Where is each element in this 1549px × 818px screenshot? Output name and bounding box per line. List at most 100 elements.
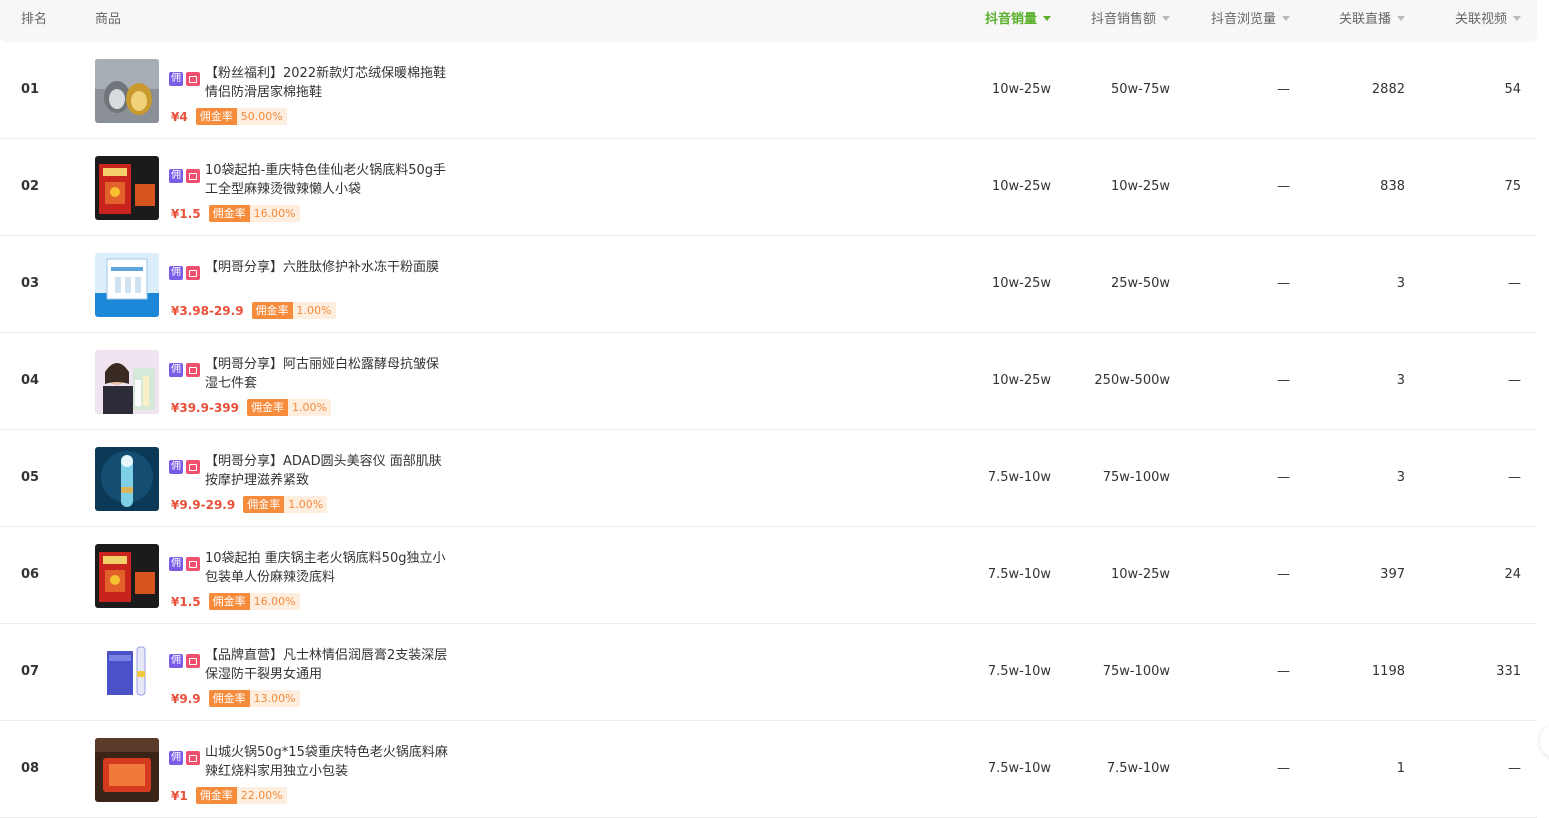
table-row[interactable]: 02 佣 10袋起拍-重庆特色佳仙老火锅底料50g手工全型麻辣烫微辣懒人小袋 ¥…	[0, 139, 1537, 236]
commission-rate: 13.00%	[249, 690, 300, 707]
table-row[interactable]: 07 佣 【品牌直营】凡士林情侣润唇膏2支装深层保湿防干裂男女通用 ¥9.9 佣…	[0, 624, 1537, 721]
commission-label: 佣金率	[251, 302, 293, 319]
commission-tag-icon: 佣	[169, 169, 183, 183]
price-line: ¥9.9 佣金率 13.00%	[171, 690, 300, 707]
shop-bag-icon	[186, 654, 200, 668]
commission-label: 佣金率	[195, 787, 237, 804]
related-video-value: 54	[1504, 82, 1521, 97]
table-row[interactable]: 03 佣 【明哥分享】六胜肽修护补水冻干粉面膜 ¥3.98-29.9 佣金率 1…	[0, 236, 1537, 333]
rank-number: 07	[21, 664, 40, 679]
product-price: ¥39.9-399	[171, 400, 239, 415]
product-title[interactable]: 山城火锅50g*15袋重庆特色老火锅底料麻辣红烧料家用独立小包装	[205, 743, 450, 781]
shop-bag-icon	[186, 460, 200, 474]
product-title[interactable]: 【品牌直营】凡士林情侣润唇膏2支装深层保湿防干裂男女通用	[205, 646, 450, 684]
douyin-views-value: —	[1277, 82, 1290, 97]
douyin-sales-value: 10w-25w	[991, 82, 1051, 97]
commission-rate: 16.00%	[249, 205, 300, 222]
related-live-value: 3	[1396, 276, 1405, 291]
douyin-views-value: —	[1277, 373, 1290, 388]
sort-caret-icon	[1162, 16, 1170, 21]
header-product: 商品	[95, 12, 122, 27]
product-title[interactable]: 【明哥分享】阿古丽娅白松露酵母抗皱保湿七件套	[205, 355, 450, 393]
product-price: ¥4	[171, 109, 188, 124]
table-row[interactable]: 06 佣 10袋起拍 重庆锅主老火锅底料50g独立小包装单人份麻辣烫底料 ¥1.…	[0, 527, 1537, 624]
douyin-amount-value: 250w-500w	[1094, 373, 1170, 388]
related-live-value: 3	[1396, 470, 1405, 485]
commission-badge: 佣金率 1.00%	[243, 496, 328, 513]
related-video-value: —	[1508, 373, 1521, 388]
product-price: ¥1.5	[171, 594, 201, 609]
header-live-sort[interactable]: 关联直播	[1339, 0, 1405, 42]
commission-badge: 佣金率 1.00%	[247, 399, 331, 416]
header-sales-sort[interactable]: 抖音销量	[985, 0, 1051, 42]
related-live-value: 3	[1396, 373, 1405, 388]
rank-number: 08	[21, 761, 40, 776]
product-title[interactable]: 【明哥分享】ADAD圆头美容仪 面部肌肤按摩护理滋养紧致	[205, 452, 450, 490]
sort-caret-icon	[1397, 16, 1405, 21]
table-row[interactable]: 08 佣 山城火锅50g*15袋重庆特色老火锅底料麻辣红烧料家用独立小包装 ¥1…	[0, 721, 1537, 818]
product-thumbnail[interactable]	[95, 350, 159, 414]
product-thumbnail[interactable]	[95, 59, 159, 123]
douyin-amount-value: 25w-50w	[1110, 276, 1170, 291]
douyin-amount-value: 10w-25w	[1110, 567, 1170, 582]
product-tags: 佣	[169, 460, 200, 474]
rank-number: 03	[21, 276, 40, 291]
product-title[interactable]: 10袋起拍 重庆锅主老火锅底料50g独立小包装单人份麻辣烫底料	[205, 549, 450, 587]
commission-label: 佣金率	[208, 690, 250, 707]
header-views-sort[interactable]: 抖音浏览量	[1211, 0, 1290, 42]
header-video-sort[interactable]: 关联视频	[1455, 0, 1521, 42]
related-video-value: —	[1508, 761, 1521, 776]
related-live-value: 2882	[1371, 82, 1405, 97]
douyin-amount-value: 75w-100w	[1102, 664, 1170, 679]
shop-bag-icon	[186, 557, 200, 571]
product-price: ¥9.9-29.9	[171, 497, 236, 512]
product-thumbnail[interactable]	[95, 544, 159, 608]
product-tags: 佣	[169, 72, 200, 86]
product-price: ¥1	[171, 788, 188, 803]
product-title[interactable]: 10袋起拍-重庆特色佳仙老火锅底料50g手工全型麻辣烫微辣懒人小袋	[205, 161, 450, 199]
header-rank: 排名	[21, 12, 48, 27]
product-ranking-table: 排名 商品 抖音销量 抖音销售额 抖音浏览量 关联直播 关联视频 01 佣 【粉…	[0, 0, 1537, 818]
product-thumbnail[interactable]	[95, 447, 159, 511]
related-live-value: 1	[1396, 761, 1405, 776]
header-amount-sort[interactable]: 抖音销售额	[1091, 0, 1170, 42]
douyin-views-value: —	[1277, 276, 1290, 291]
floating-scroll-button[interactable]	[1540, 724, 1549, 758]
commission-tag-icon: 佣	[169, 363, 183, 377]
commission-badge: 佣金率 16.00%	[208, 205, 300, 222]
douyin-sales-value: 7.5w-10w	[987, 761, 1051, 776]
commission-label: 佣金率	[208, 205, 250, 222]
commission-tag-icon: 佣	[169, 654, 183, 668]
price-line: ¥1.5 佣金率 16.00%	[171, 205, 300, 222]
product-tags: 佣	[169, 557, 200, 571]
table-row[interactable]: 04 佣 【明哥分享】阿古丽娅白松露酵母抗皱保湿七件套 ¥39.9-399 佣金…	[0, 333, 1537, 430]
product-price: ¥1.5	[171, 206, 201, 221]
sort-caret-icon	[1043, 16, 1051, 21]
commission-label: 佣金率	[247, 399, 288, 416]
product-thumbnail[interactable]	[95, 738, 159, 802]
douyin-views-value: —	[1277, 664, 1290, 679]
sort-caret-icon	[1513, 16, 1521, 21]
product-thumbnail[interactable]	[95, 156, 159, 220]
price-line: ¥1 佣金率 22.00%	[171, 787, 287, 804]
commission-rate: 1.00%	[292, 302, 336, 319]
price-line: ¥9.9-29.9 佣金率 1.00%	[171, 496, 328, 513]
related-video-value: —	[1508, 470, 1521, 485]
douyin-views-value: —	[1277, 470, 1290, 485]
product-thumbnail[interactable]	[95, 641, 159, 705]
douyin-amount-value: 50w-75w	[1110, 82, 1170, 97]
rank-number: 02	[21, 179, 40, 194]
rank-number: 04	[21, 373, 40, 388]
related-live-value: 397	[1380, 567, 1405, 582]
product-thumbnail[interactable]	[95, 253, 159, 317]
shop-bag-icon	[186, 363, 200, 377]
product-title[interactable]: 【明哥分享】六胜肽修护补水冻干粉面膜	[205, 258, 450, 277]
sort-caret-icon	[1282, 16, 1290, 21]
douyin-views-value: —	[1277, 567, 1290, 582]
commission-rate: 1.00%	[284, 496, 328, 513]
commission-label: 佣金率	[208, 593, 250, 610]
commission-label: 佣金率	[195, 108, 237, 125]
table-row[interactable]: 05 佣 【明哥分享】ADAD圆头美容仪 面部肌肤按摩护理滋养紧致 ¥9.9-2…	[0, 430, 1537, 527]
product-title[interactable]: 【粉丝福利】2022新款灯芯绒保暖棉拖鞋情侣防滑居家棉拖鞋	[205, 64, 450, 102]
table-row[interactable]: 01 佣 【粉丝福利】2022新款灯芯绒保暖棉拖鞋情侣防滑居家棉拖鞋 ¥4 佣金…	[0, 42, 1537, 139]
